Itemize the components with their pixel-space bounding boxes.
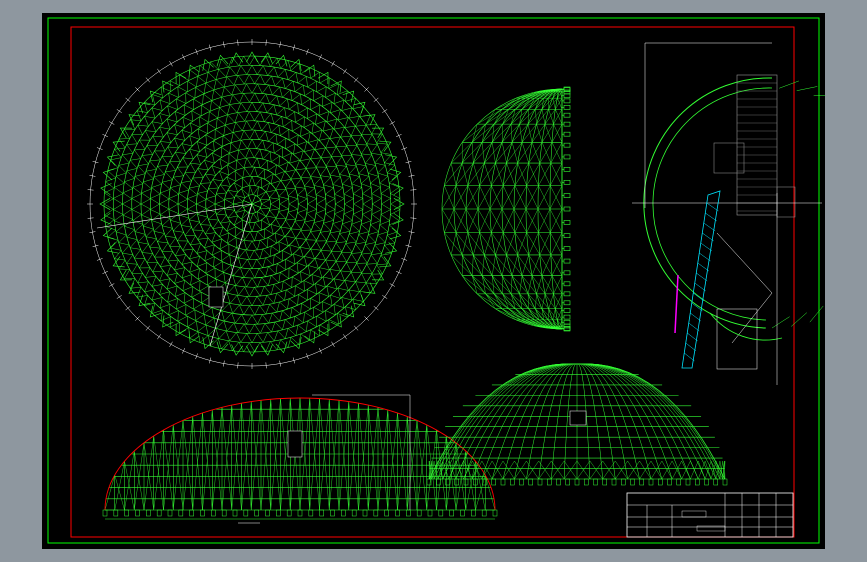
elevation-view[interactable] [102,394,498,524]
drawing-svg [47,17,825,544]
side-quarter-view[interactable] [441,86,571,332]
cad-viewport [0,0,867,562]
perspective-view[interactable] [426,363,728,486]
title-block [626,492,794,538]
plan-view[interactable] [87,39,417,369]
section-view[interactable] [632,42,825,385]
drawing-sheet[interactable] [42,13,825,549]
